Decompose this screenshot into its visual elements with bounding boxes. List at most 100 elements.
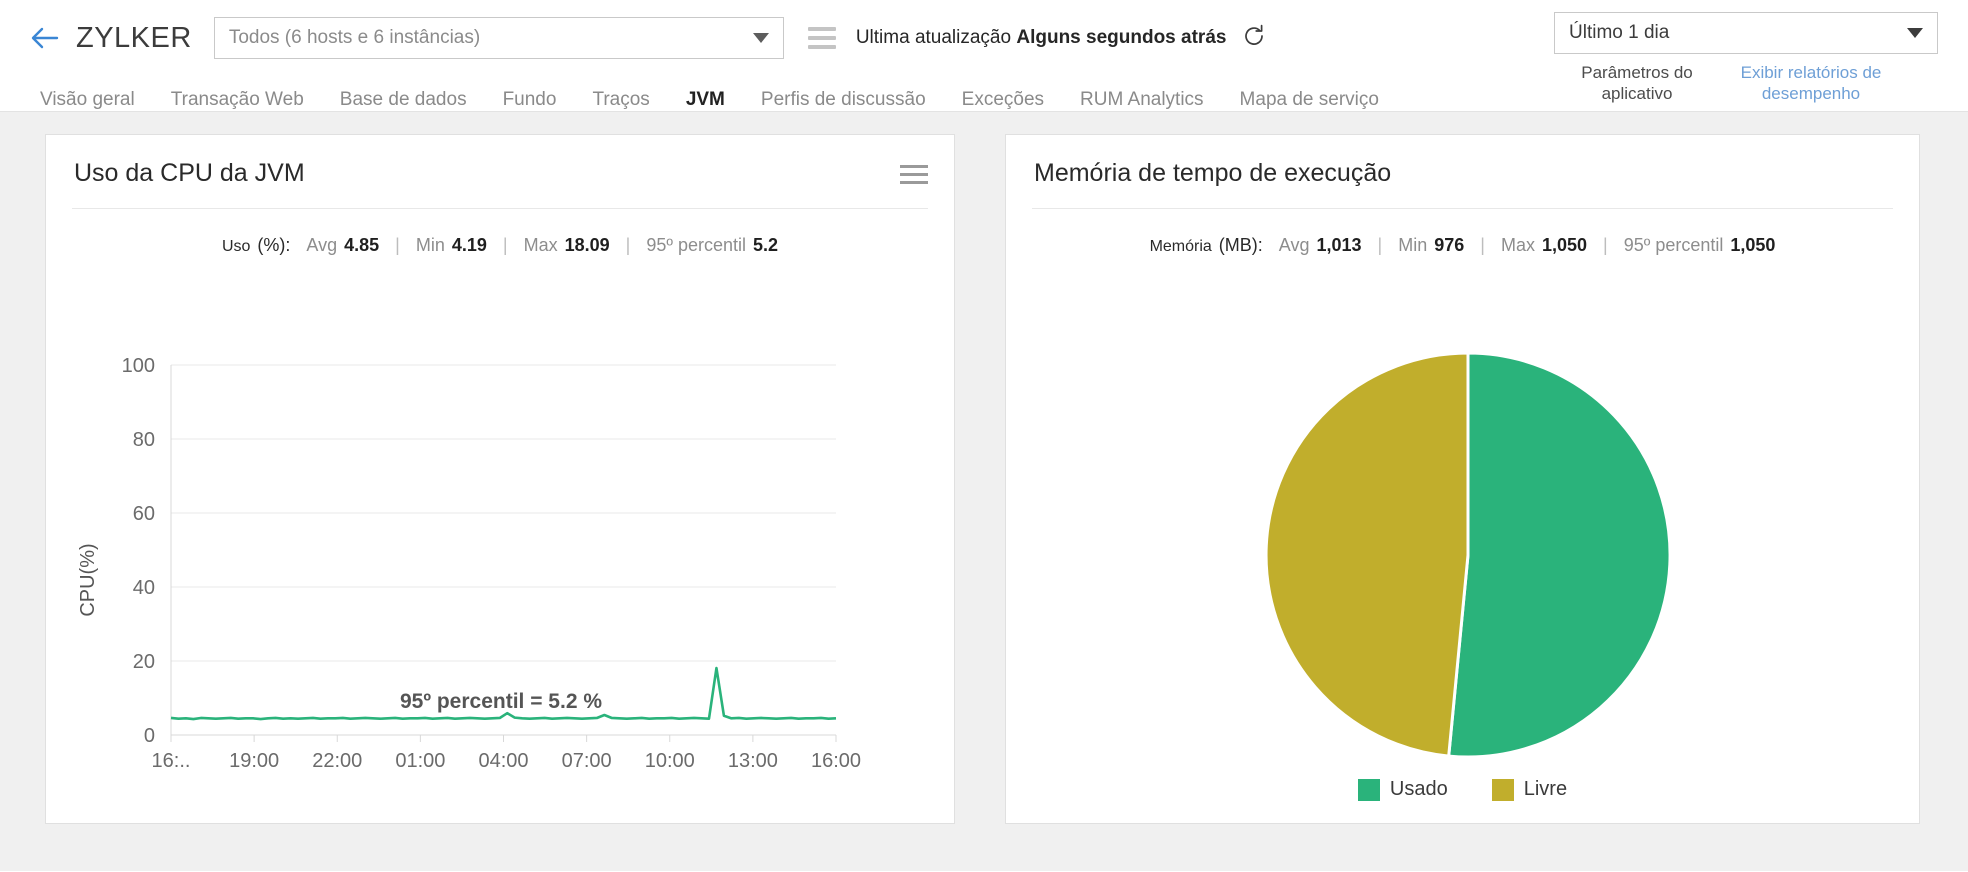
stat-separator: | <box>1377 235 1383 255</box>
cpu-card-title: Uso da CPU da JVM <box>74 159 305 187</box>
legend-item-livre[interactable]: Livre <box>1491 778 1568 801</box>
menu-bar <box>900 173 928 176</box>
tab-exce-es[interactable]: Exceções <box>944 89 1062 111</box>
memory-p95-value: 1,050 <box>1730 235 1776 255</box>
divider <box>1032 208 1893 209</box>
chevron-down-icon <box>1907 28 1923 38</box>
tab-mapa-de-servi-o[interactable]: Mapa de serviço <box>1222 89 1397 111</box>
refresh-icon[interactable] <box>1242 24 1266 52</box>
tab-rum-analytics[interactable]: RUM Analytics <box>1062 89 1222 111</box>
cpu-avg-label: Avg <box>306 235 338 255</box>
memory-min-label: Min <box>1398 235 1428 255</box>
last-update-text: Ultima atualização Alguns segundos atrás <box>856 27 1227 49</box>
memory-pie-svg <box>1264 351 1672 759</box>
cpu-min-label: Min <box>415 235 445 255</box>
memory-unit-paren: (MB): <box>1218 235 1263 255</box>
runtime-memory-card: Memória de tempo de execução Memória (MB… <box>1005 134 1920 824</box>
cpu-stats-row: Uso (%): Avg 4.85 | Min 4.19 | Max 18.09… <box>46 235 954 256</box>
hamburger-bar <box>807 45 836 49</box>
tab-perfis-de-discuss-o[interactable]: Perfis de discussão <box>743 89 944 111</box>
memory-avg-label: Avg <box>1278 235 1310 255</box>
time-period-value: Último 1 dia <box>1569 22 1670 43</box>
stat-separator: | <box>502 235 508 255</box>
menu-bar <box>900 181 928 184</box>
pie-slice-livre[interactable] <box>1264 351 1470 758</box>
cpu-chart-svg: 0 20 40 60 80 100 CPU(%) 16:.. 19:00 22:00 01:00 04… <box>77 355 861 772</box>
performance-reports-link[interactable]: Exibir relatórios de desempenho <box>1736 62 1886 105</box>
y-axis-tick-label: 100 <box>122 355 155 377</box>
host-filter-select[interactable]: Todos (6 hosts e 6 instâncias) <box>213 17 784 59</box>
memory-pie-chart[interactable] <box>1006 347 1921 817</box>
last-update-prefix: Ultima atualização <box>855 27 1012 48</box>
tab-base-de-dados[interactable]: Base de dados <box>322 89 485 111</box>
cpu-p95-value: 5.2 <box>753 235 779 255</box>
cpu-card-menu-icon[interactable] <box>900 165 928 184</box>
memory-p95-label: 95º percentil <box>1623 235 1724 255</box>
memory-stats-row: Memória (MB): Avg 1,013 | Min 976 | Max … <box>1006 235 1919 256</box>
stat-separator: | <box>1480 235 1485 255</box>
chevron-down-icon <box>752 33 769 43</box>
y-axis-tick-label: 40 <box>133 577 155 599</box>
memory-max-label: Max <box>1500 235 1535 255</box>
hamburger-bar <box>807 36 836 40</box>
memory-min-value: 976 <box>1434 235 1465 255</box>
host-filter-value: Todos (6 hosts e 6 instâncias) <box>228 27 481 48</box>
x-axis-tick-label: 07:00 <box>562 750 612 772</box>
cpu-avg-value: 4.85 <box>344 235 380 255</box>
x-axis-tick-label: 19:00 <box>229 750 279 772</box>
stat-separator: | <box>1603 235 1608 255</box>
x-axis-tick-label: 22:00 <box>312 750 362 772</box>
hamburger-icon[interactable] <box>807 27 836 49</box>
header-links: Parâmetros do aplicativo Exibir relatóri… <box>1554 62 1938 105</box>
cpu-usage-card: Uso da CPU da JVM Uso (%): Avg 4.85 | Mi… <box>45 134 955 824</box>
y-axis-tick-label: 60 <box>133 503 155 525</box>
legend-swatch-icon <box>1357 778 1380 801</box>
cpu-unit-paren: (%): <box>257 235 291 255</box>
hamburger-bar <box>807 27 836 31</box>
y-axis-tick-label: 20 <box>133 651 155 673</box>
cpu-line-chart[interactable]: 0 20 40 60 80 100 CPU(%) 16:.. 19:00 22:00 01:00 04… <box>46 347 956 817</box>
x-axis-tick-label: 04:00 <box>478 750 528 772</box>
memory-unit-label: Memória <box>1149 238 1212 255</box>
top-bar: ZYLKER Todos (6 hosts e 6 instâncias) Ul… <box>0 0 1968 103</box>
x-axis-tick-label: 13:00 <box>728 750 778 772</box>
cpu-min-value: 4.19 <box>451 235 487 255</box>
brand-title: ZYLKER <box>76 21 192 54</box>
legend-item-usado[interactable]: Usado <box>1357 778 1448 801</box>
last-update-value: Alguns segundos atrás <box>1016 27 1227 48</box>
back-arrow-icon[interactable] <box>28 21 62 55</box>
memory-chart-legend: Usado Livre <box>1006 778 1919 801</box>
cpu-p95-label: 95º percentil <box>646 235 746 255</box>
memory-avg-value: 1,013 <box>1316 235 1362 255</box>
x-axis-tick-label: 16:.. <box>152 750 191 772</box>
menu-bar <box>900 165 928 168</box>
x-axis-tick-label: 10:00 <box>645 750 695 772</box>
y-axis-tick-label: 0 <box>144 725 155 747</box>
pie-slice-usado[interactable] <box>1447 351 1672 759</box>
cpu-max-label: Max <box>523 235 558 255</box>
x-axis-tick-label: 16:00 <box>811 750 861 772</box>
cpu-max-value: 18.09 <box>564 235 610 255</box>
y-axis-title: CPU(%) <box>77 543 99 616</box>
percentile-annotation: 95º percentil = 5.2 % <box>400 690 602 713</box>
legend-label: Livre <box>1523 778 1568 800</box>
x-axis-tick-label: 01:00 <box>395 750 445 772</box>
divider <box>72 208 928 209</box>
app-parameters-link[interactable]: Parâmetros do aplicativo <box>1562 62 1712 105</box>
legend-label: Usado <box>1389 778 1448 800</box>
dashboard-content: Uso da CPU da JVM Uso (%): Avg 4.85 | Mi… <box>0 112 1968 871</box>
tab-tra-os[interactable]: Traços <box>574 89 667 111</box>
stat-separator: | <box>625 235 631 255</box>
time-period-select[interactable]: Último 1 dia <box>1554 12 1938 54</box>
memory-max-value: 1,050 <box>1542 235 1588 255</box>
cpu-unit-label: Uso <box>221 238 251 255</box>
tab-fundo[interactable]: Fundo <box>485 89 575 111</box>
header-right-controls: Último 1 dia Parâmetros do aplicativo Ex… <box>1554 12 1938 105</box>
tab-vis-o-geral[interactable]: Visão geral <box>22 89 153 111</box>
stat-separator: | <box>395 235 400 255</box>
y-axis-tick-label: 80 <box>133 429 155 451</box>
legend-swatch-icon <box>1491 778 1514 801</box>
memory-card-title: Memória de tempo de execução <box>1034 159 1392 187</box>
tab-jvm[interactable]: JVM <box>668 89 743 111</box>
tab-transa-o-web[interactable]: Transação Web <box>153 89 322 111</box>
